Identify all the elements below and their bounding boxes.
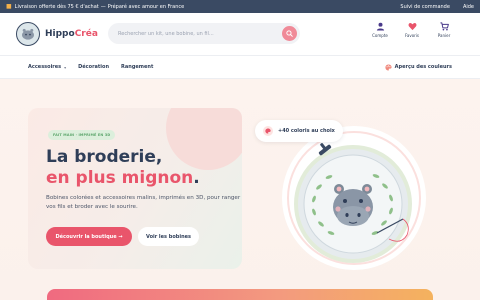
logo-icon[interactable]	[16, 22, 40, 46]
headline-dot: .	[193, 168, 200, 188]
chevron-down-icon: ▾	[64, 64, 67, 70]
palette-icon	[385, 64, 392, 70]
cart-icon	[439, 22, 449, 31]
hero-description: Bobines colorées et accessoires malins, …	[46, 195, 241, 210]
user-icon	[376, 22, 384, 31]
heart-icon	[408, 23, 416, 31]
cart-button[interactable]: Panier	[432, 22, 456, 38]
nav-item-decoration[interactable]: Décoration	[78, 64, 109, 70]
brand-name-main: Hippo	[45, 29, 75, 39]
search-button[interactable]	[282, 26, 297, 41]
cart-label: Panier	[437, 33, 451, 38]
discover-shop-button[interactable]: Découvrir la boutique →	[46, 227, 132, 246]
search-bar	[108, 23, 300, 44]
tagline-text: Préparé avec amour en France	[107, 3, 185, 10]
nav-item-storage[interactable]: Rangement	[121, 64, 153, 70]
brand-name-accent: Créa	[74, 29, 98, 39]
colors-preview-link[interactable]: Aperçu des couleurs	[385, 64, 452, 71]
account-label: Compte	[372, 33, 388, 38]
hero-headline: La broderie, en plus mignon.	[46, 147, 200, 189]
colors-count-badge: +40 coloris au choix	[255, 120, 343, 142]
hippo-logo-icon	[22, 28, 34, 40]
truck-icon: ■	[6, 2, 12, 10]
search-input[interactable]	[118, 30, 273, 37]
hippo-icon	[333, 184, 373, 226]
account-button[interactable]: Compte	[368, 22, 392, 38]
search-icon	[286, 30, 293, 37]
palette-icon	[263, 126, 273, 136]
promo-separator: —	[100, 3, 106, 10]
headline-line-2: en plus mignon.	[46, 168, 200, 189]
colors-preview-label: Aperçu des couleurs	[394, 64, 452, 70]
headline-highlight: en plus mignon	[46, 168, 194, 188]
nav-item-label: Décoration	[78, 64, 110, 70]
embroidery-hoop-illustration	[282, 126, 426, 270]
colors-count-label: +40 coloris au choix	[278, 128, 335, 134]
see-spools-button[interactable]: Voir les bobines	[138, 227, 199, 246]
favorites-label: Favoris	[404, 33, 420, 38]
site-header: HippoCréa Compte Favoris	[0, 13, 480, 55]
promo-banner	[47, 289, 433, 300]
favorites-button[interactable]: Favoris	[400, 22, 424, 38]
announcement-bar: ■ Livraison offerte dès 75 € d'achat — P…	[0, 0, 480, 13]
promo-text: Livraison offerte dès 75 € d'achat	[14, 3, 99, 10]
nav-item-accessories[interactable]: Accessoires ▾	[28, 64, 66, 70]
nav-item-label: Rangement	[121, 64, 154, 70]
help-link[interactable]: Aide	[463, 4, 474, 10]
header-actions: Compte Favoris Panier	[368, 22, 456, 38]
brand-name[interactable]: HippoCréa	[45, 29, 98, 39]
headline-line-1: La broderie,	[46, 147, 163, 167]
order-tracking-link[interactable]: Suivi de commande	[400, 4, 450, 10]
hero-card: FAIT MAIN · IMPRIMÉ EN 3D La broderie, e…	[28, 108, 242, 269]
topbar-links: Suivi de commande Aide	[400, 4, 474, 10]
main-nav: Accessoires ▾ Décoration Rangement Aperç…	[0, 56, 480, 78]
nav-item-label: Accessoires	[28, 64, 62, 70]
hero-section: FAIT MAIN · IMPRIMÉ EN 3D La broderie, e…	[0, 79, 480, 300]
hero-tag: FAIT MAIN · IMPRIMÉ EN 3D	[48, 130, 116, 140]
